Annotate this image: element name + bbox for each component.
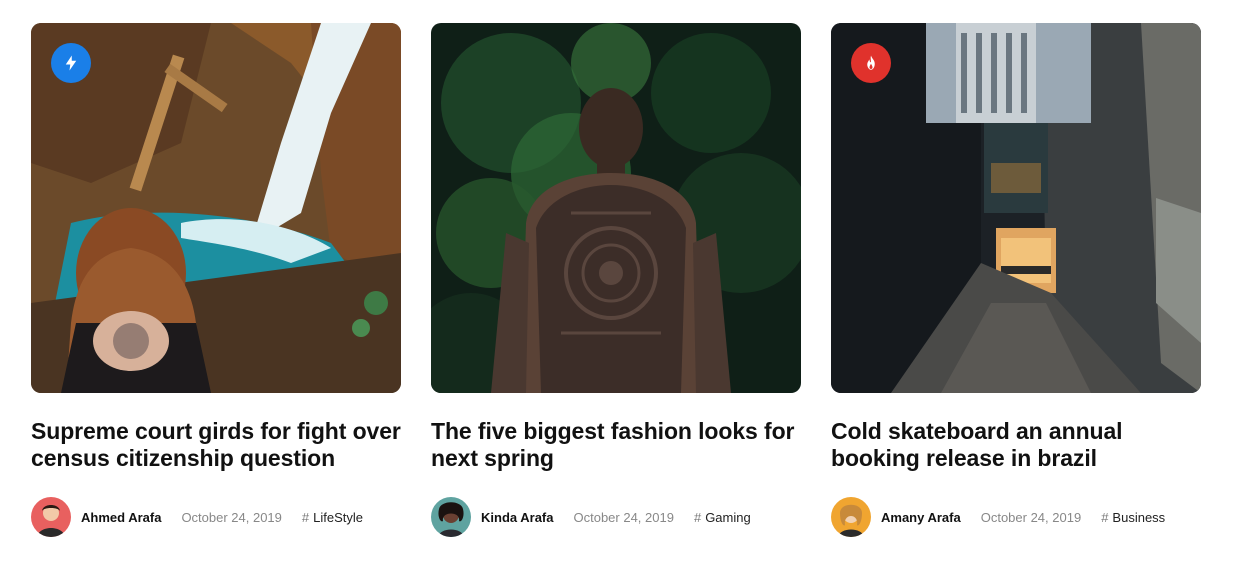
tag-label: LifeStyle xyxy=(313,509,364,525)
post-thumbnail[interactable] xyxy=(831,23,1201,393)
post-image xyxy=(831,23,1201,393)
hash-icon: # xyxy=(1101,509,1109,525)
tag-label: Business xyxy=(1112,509,1166,525)
author-name[interactable]: Amany Arafa xyxy=(881,510,961,525)
post-card: Cold skateboard an annual booking releas… xyxy=(831,23,1201,537)
avatar[interactable] xyxy=(831,497,871,537)
post-title[interactable]: Supreme court girds for fight over censu… xyxy=(31,418,401,472)
avatar[interactable] xyxy=(31,497,71,537)
post-card: Supreme court girds for fight over censu… xyxy=(31,23,401,537)
post-grid: Supreme court girds for fight over censu… xyxy=(31,23,1201,543)
post-date: October 24, 2019 xyxy=(980,509,1082,525)
post-meta: Ahmed Arafa October 24, 2019 # LifeStyle xyxy=(31,497,401,537)
post-title[interactable]: The five biggest fashion looks for next … xyxy=(431,418,801,472)
post-tag[interactable]: # LifeStyle xyxy=(302,510,363,525)
flame-icon xyxy=(867,55,875,70)
post-date: October 24, 2019 xyxy=(181,509,282,525)
post-meta: Amany Arafa October 24, 2019 # Business xyxy=(831,497,1201,537)
tag-label: Gaming xyxy=(705,509,751,525)
post-thumbnail[interactable] xyxy=(31,23,401,393)
post-date: October 24, 2019 xyxy=(573,509,674,525)
avatar[interactable] xyxy=(431,497,471,537)
trending-badge[interactable] xyxy=(51,43,91,83)
post-image xyxy=(431,23,801,393)
lightning-icon xyxy=(65,55,77,71)
hot-badge[interactable] xyxy=(851,43,891,83)
hash-icon: # xyxy=(693,509,702,525)
author-name[interactable]: Kinda Arafa xyxy=(481,510,553,525)
post-card: The five biggest fashion looks for next … xyxy=(431,23,801,537)
author-name[interactable]: Ahmed Arafa xyxy=(81,510,161,525)
post-meta: Kinda Arafa October 24, 2019 # Gaming xyxy=(431,497,801,537)
post-tag[interactable]: # Gaming xyxy=(694,510,751,525)
post-tag[interactable]: # Business xyxy=(1101,510,1165,525)
post-image xyxy=(31,23,401,393)
hash-icon: # xyxy=(301,509,310,525)
post-thumbnail[interactable] xyxy=(431,23,801,393)
post-title[interactable]: Cold skateboard an annual booking releas… xyxy=(831,418,1201,472)
